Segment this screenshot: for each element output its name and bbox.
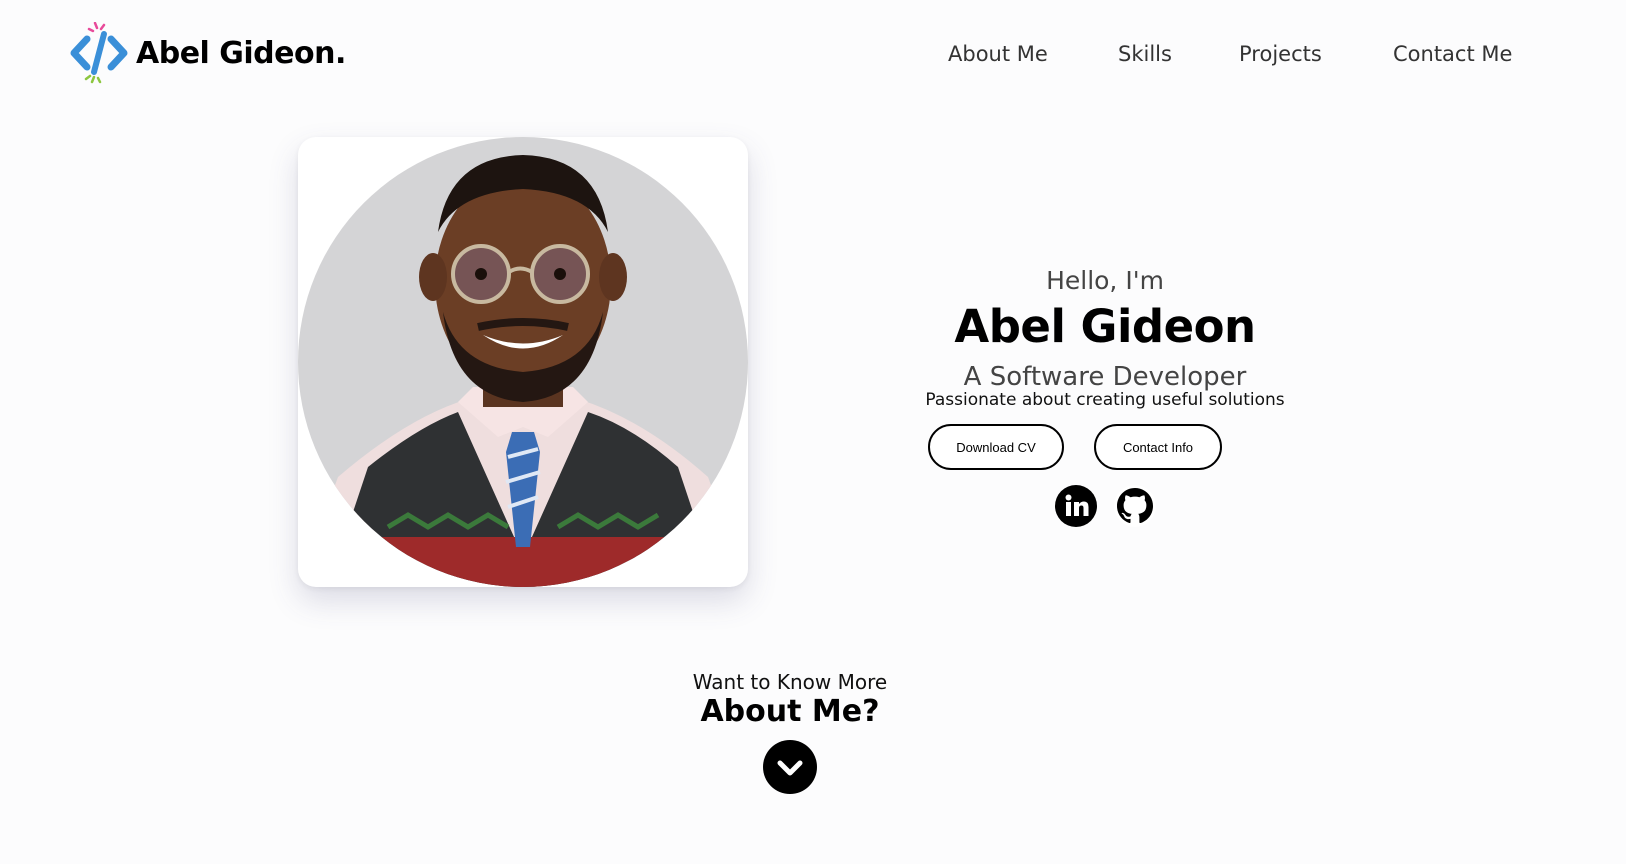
profile-title: A Software Developer — [963, 362, 1247, 392]
nav-about-me[interactable]: About Me — [948, 42, 1048, 66]
linkedin-icon — [1065, 494, 1089, 516]
profile-tagline: Passionate about creating useful solutio… — [925, 390, 1285, 410]
github-icon — [1117, 488, 1153, 524]
download-cv-button[interactable]: Download CV — [928, 424, 1064, 470]
linkedin-link[interactable] — [1055, 485, 1097, 527]
code-brackets-icon — [70, 22, 128, 84]
scroll-down-button[interactable] — [763, 740, 817, 794]
greeting-text: Hello, I'm — [1046, 266, 1164, 295]
profile-name: Abel Gideon — [954, 300, 1256, 353]
contact-info-button[interactable]: Contact Info — [1094, 424, 1222, 470]
site-logo[interactable]: Abel Gideon. — [70, 22, 346, 84]
nav-projects[interactable]: Projects — [1239, 42, 1322, 66]
profile-photo-card — [298, 137, 748, 587]
logo-text: Abel Gideon. — [136, 35, 346, 71]
nav-contact-me[interactable]: Contact Me — [1393, 42, 1512, 66]
portrait-photo — [298, 137, 748, 587]
about-prompt-title: About Me? — [700, 694, 880, 729]
github-link[interactable] — [1114, 485, 1156, 527]
nav-skills[interactable]: Skills — [1118, 42, 1172, 66]
chevron-down-icon — [777, 760, 803, 776]
about-prompt-subtitle: Want to Know More — [692, 670, 888, 694]
